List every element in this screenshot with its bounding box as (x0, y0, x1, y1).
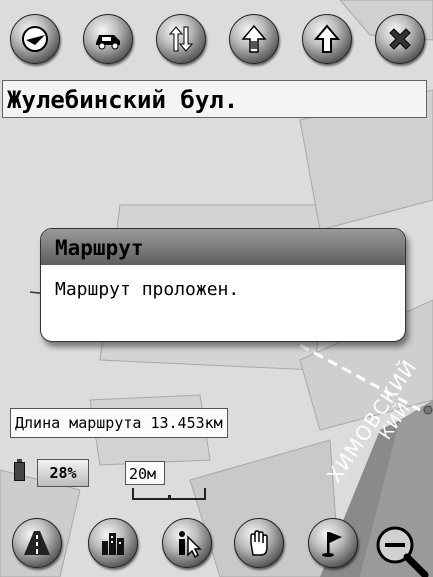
north-up-button[interactable] (229, 14, 279, 64)
clear-route-button[interactable] (375, 14, 425, 64)
hand-icon (250, 530, 268, 556)
flag-icon (322, 532, 342, 557)
flag-button[interactable] (308, 518, 358, 568)
compass-icon (22, 26, 48, 52)
dialog-title: Маршрут (41, 229, 405, 265)
pan-button[interactable] (234, 518, 284, 568)
road-icon (24, 531, 50, 555)
route-dialog[interactable]: Маршрут Маршрут проложен. (40, 228, 406, 342)
city-icon (102, 533, 124, 555)
direction-button[interactable] (156, 14, 206, 64)
arrow-up-outline-icon (313, 24, 341, 53)
current-street-bar: Жулебинский бул. (2, 80, 427, 118)
scale-bar (132, 488, 206, 500)
magnifier-minus-icon (376, 526, 429, 577)
arrow-up-icon (241, 24, 267, 53)
car-icon (96, 35, 120, 50)
options-button[interactable] (10, 14, 60, 64)
info-button[interactable] (162, 518, 212, 568)
info-cursor-icon (179, 531, 202, 559)
up-down-arrows-icon (168, 26, 194, 52)
city-button[interactable] (88, 518, 138, 568)
scale-label: 20м (125, 461, 165, 485)
battery-percent: 28% (37, 459, 89, 487)
dialog-message: Маршрут проложен. (55, 279, 240, 300)
route-length-label: Длина маршрута 13.453км (10, 408, 228, 438)
zoom-out-button[interactable] (373, 523, 429, 577)
road-view-button[interactable] (12, 518, 62, 568)
heading-up-button[interactable] (302, 14, 352, 64)
cross-icon (389, 28, 411, 50)
battery-icon (14, 459, 25, 481)
vehicle-button[interactable] (83, 14, 133, 64)
